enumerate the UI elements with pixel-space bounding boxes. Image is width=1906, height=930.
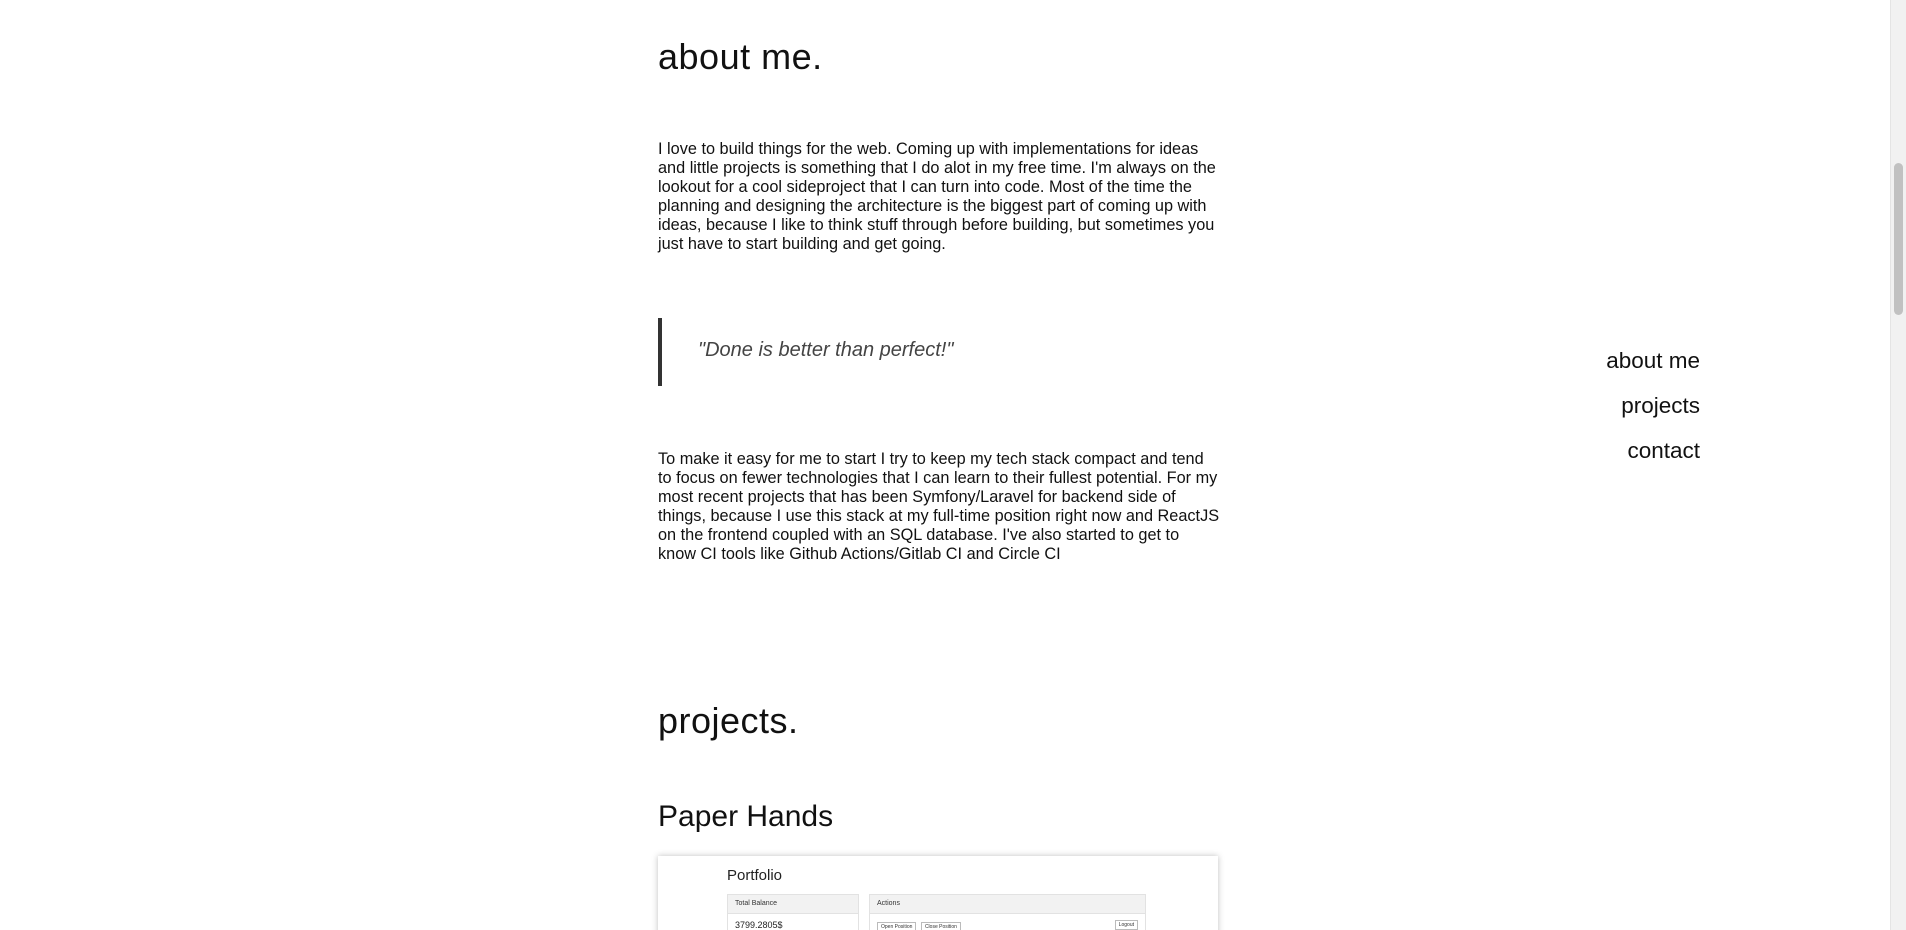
nav-link-contact[interactable]: contact [1606, 428, 1700, 473]
page: about me. I love to build things for the… [0, 0, 1906, 930]
preview-balance-value: 3799.2805$ [735, 920, 783, 930]
vertical-scrollbar[interactable] [1890, 0, 1906, 930]
about-paragraph-2: To make it easy for me to start I try to… [658, 450, 1220, 563]
preview-heading: Portfolio [727, 867, 783, 884]
preview-open-position-button: Open Position [877, 922, 917, 930]
about-section-title: about me. [658, 36, 823, 77]
nav-link-projects[interactable]: projects [1606, 383, 1700, 428]
nav-link-about-me[interactable]: about me [1606, 338, 1700, 383]
preview-actions-row: Open Position Close Position Logout [870, 914, 1145, 930]
scrollbar-thumb[interactable] [1894, 163, 1903, 315]
quote-text: "Done is better than perfect!" [698, 339, 954, 361]
projects-section-title: projects. [658, 700, 799, 741]
project-title: Paper Hands [658, 800, 834, 833]
blockquote: "Done is better than perfect!" [658, 318, 1198, 386]
preview-balance-panel: Total Balance 3799.2805$ [727, 894, 859, 930]
project-preview-image[interactable]: Portfolio Total Balance 3799.2805$ Actio… [658, 856, 1218, 930]
about-paragraph-1: I love to build things for the web. Comi… [658, 140, 1216, 253]
preview-actions-panel: Actions Open Position Close Position Log… [869, 894, 1146, 930]
preview-balance-label: Total Balance [728, 895, 858, 914]
preview-logout-button: Logout [1114, 920, 1138, 930]
preview-actions-label: Actions [870, 895, 1145, 914]
preview-close-position-button: Close Position [920, 922, 961, 930]
side-navigation: about me projects contact [1606, 338, 1700, 473]
